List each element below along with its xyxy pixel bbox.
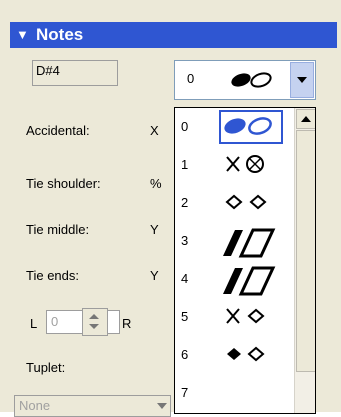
x-and-circle-x-icon	[226, 155, 264, 173]
spin-stepper[interactable]	[82, 308, 108, 336]
tie-middle-label: Tie middle:	[26, 222, 90, 237]
scroll-up-button[interactable]	[296, 109, 315, 129]
accidental-value: X	[150, 123, 159, 138]
x-and-diamond-icon	[226, 308, 265, 324]
tie-ends-label: Tie ends:	[26, 268, 79, 283]
note-name-field[interactable]: D#4	[32, 60, 118, 86]
tie-shoulder-label: Tie shoulder:	[26, 176, 101, 191]
item-number: 6	[181, 347, 189, 362]
tie-middle-value: Y	[150, 222, 159, 237]
notehead-list[interactable]: 0 1 2 3 4 5 6 7	[174, 107, 316, 414]
spin-value: 0	[51, 314, 59, 329]
tie-shoulder-value: %	[150, 176, 162, 191]
list-item[interactable]: 2	[175, 184, 293, 220]
item-number: 0	[181, 119, 189, 134]
list-item[interactable]: 3	[175, 222, 293, 258]
notes-panel: ▼ Notes D#4 Accidental: X Tie shoulder: …	[0, 0, 341, 417]
item-number: 2	[181, 195, 189, 210]
panel-title: Notes	[36, 25, 84, 44]
note-name-value: D#4	[36, 63, 60, 78]
chevron-down-icon	[157, 403, 167, 409]
scroll-thumb[interactable]	[296, 130, 315, 372]
filled-diamond-and-diamond-icon	[227, 346, 265, 362]
collapse-triangle-icon[interactable]: ▼	[16, 22, 29, 48]
dropdown-value: 0	[187, 71, 195, 86]
r-label: R	[122, 316, 132, 331]
chevron-down-icon	[297, 77, 307, 83]
item-number: 7	[181, 385, 189, 400]
panel-header[interactable]: ▼ Notes	[10, 22, 337, 48]
list-item[interactable]: 4	[175, 260, 293, 296]
notehead-dropdown[interactable]: 0	[174, 60, 316, 100]
tuplet-select[interactable]: None	[14, 395, 171, 417]
accidental-label: Accidental:	[26, 123, 90, 138]
list-item[interactable]: 5	[175, 298, 293, 334]
item-number: 3	[181, 233, 189, 248]
slash-notehead-icon	[223, 266, 276, 296]
dropdown-button[interactable]	[290, 62, 314, 98]
list-item[interactable]: 7	[175, 374, 293, 410]
list-scrollbar[interactable]	[294, 108, 315, 413]
diamond-pair-icon	[225, 194, 267, 210]
item-number: 5	[181, 309, 189, 324]
item-number: 1	[181, 157, 189, 172]
tuplet-select-value: None	[19, 398, 51, 413]
l-label: L	[30, 316, 38, 331]
list-item[interactable]: 1	[175, 146, 293, 182]
slash-notehead-icon	[223, 228, 276, 258]
filled-hollow-oval-icon	[224, 117, 272, 135]
item-number: 4	[181, 271, 189, 286]
list-item[interactable]: 0	[175, 108, 293, 144]
panel-right-edge	[314, 160, 338, 412]
notehead-pair-icon	[231, 72, 272, 88]
tuplet-label: Tuplet:	[26, 360, 66, 375]
tie-ends-value: Y	[150, 268, 159, 283]
list-item[interactable]: 6	[175, 336, 293, 372]
